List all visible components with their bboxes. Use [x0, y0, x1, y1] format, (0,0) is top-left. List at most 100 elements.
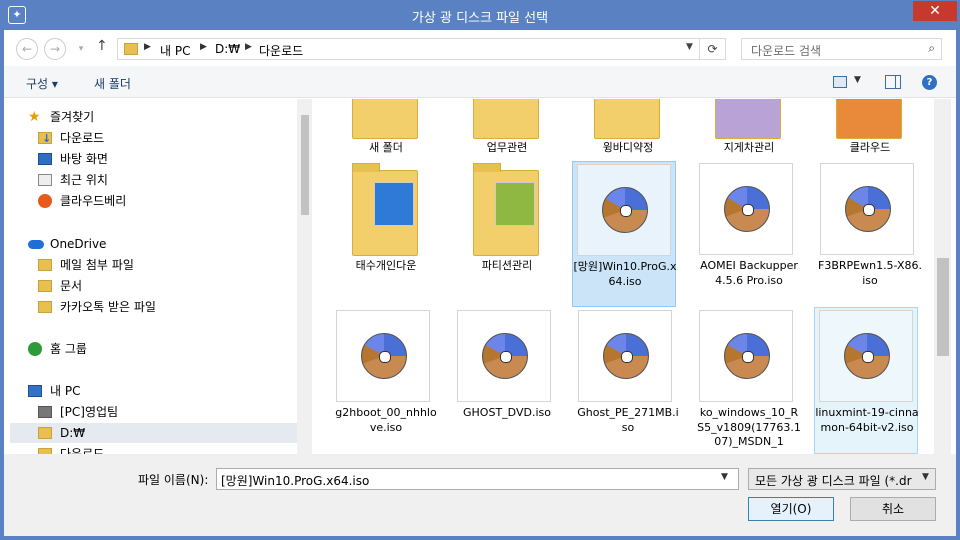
close-button[interactable]: ✕	[913, 1, 957, 21]
folder-icon	[38, 301, 52, 313]
sidebar-item-onedrive[interactable]: OneDrive	[24, 234, 312, 254]
folder-tile[interactable]: 클라우드	[818, 99, 922, 159]
iso-file-tile[interactable]: GHOST_DVD.iso	[455, 310, 559, 454]
sidebar-item-label: 다운로드	[60, 447, 105, 454]
cancel-button[interactable]: 취소	[850, 497, 936, 521]
sidebar-item-this-pc[interactable]: 내 PC	[24, 381, 312, 401]
back-button[interactable]: ←	[16, 38, 38, 60]
network-drive-icon	[38, 406, 52, 418]
iso-file-tile[interactable]: g2hboot_00_nhhlove.iso	[334, 310, 438, 454]
chevron-down-icon[interactable]: ▼	[721, 472, 728, 482]
folder-icon	[836, 99, 902, 139]
chevron-down-icon[interactable]: ▼	[854, 75, 861, 85]
new-folder-button[interactable]: 새 폴더	[94, 75, 131, 92]
sidebar-item-label: 카카오톡 받은 파일	[60, 300, 156, 314]
sidebar-scroll-thumb[interactable]	[301, 115, 309, 215]
file-name: ko_windows_10_RS5_v1809(17763.107)_MSDN_…	[697, 406, 801, 448]
file-type-filter[interactable]: 모든 가상 광 디스크 파일 (*.dr	[748, 468, 936, 490]
forward-button[interactable]: →	[44, 38, 66, 60]
drive-icon	[38, 427, 52, 439]
folder-tile[interactable]: 새 폴더	[334, 99, 438, 159]
folder-tile[interactable]: 지게차관리	[697, 99, 801, 159]
iso-file-tile[interactable]: Ghost_PE_271MB.iso	[576, 310, 680, 454]
title-bar: ✦ 가상 광 디스크 파일 선택 ✕	[0, 0, 960, 30]
sidebar-item-label: 클라우드베리	[60, 194, 127, 208]
iso-file-tile[interactable]: AOMEI Backupper 4.5.6 Pro.iso	[697, 162, 801, 302]
sidebar-item-recent[interactable]: 최근 위치	[24, 170, 312, 190]
sidebar-item-label: [PC]영업팀	[60, 405, 119, 419]
disc-icon	[724, 333, 770, 379]
disc-icon	[603, 333, 649, 379]
folder-tile[interactable]: 업무관련	[455, 99, 559, 159]
sidebar-item-desktop[interactable]: 바탕 화면	[24, 149, 312, 169]
sidebar-item-kakaotalk[interactable]: 카카오톡 받은 파일	[24, 297, 312, 317]
sidebar-item-label: 다운로드	[60, 131, 105, 145]
sidebar-item-label: 홈 그룹	[50, 342, 87, 356]
open-button[interactable]: 열기(O)	[748, 497, 834, 521]
sidebar-item-favorites[interactable]: ★ 즐겨찾기	[24, 107, 312, 127]
navigation-pane: ★ 즐겨찾기 다운로드 바탕 화면 최근 위치 클라우드베리 OneDrive …	[4, 99, 312, 454]
chevron-down-icon[interactable]: ▼	[686, 42, 693, 52]
sidebar-item-documents[interactable]: 문서	[24, 276, 312, 296]
folder-tile[interactable]: 파티션관리	[455, 162, 559, 302]
file-name: 새 폴더	[369, 141, 403, 154]
view-mode-icon[interactable]	[833, 76, 847, 88]
desktop-icon	[38, 153, 52, 165]
star-icon: ★	[28, 109, 41, 125]
computer-icon	[28, 385, 42, 397]
iso-thumbnail	[819, 310, 913, 402]
folder-tile[interactable]: 태수개인다운	[334, 162, 438, 302]
cloudberry-icon	[38, 194, 52, 208]
iso-file-tile[interactable]: F3BRPEwn1.5-X86.iso	[818, 162, 922, 302]
breadcrumb-pc[interactable]: 내 PC	[160, 42, 190, 59]
sidebar-item-label: OneDrive	[50, 237, 107, 251]
file-name: GHOST_DVD.iso	[463, 406, 551, 419]
up-button[interactable]: ↑	[96, 38, 108, 54]
sidebar-item-downloads[interactable]: 다운로드	[24, 128, 312, 149]
search-icon: ⌕	[928, 41, 935, 55]
chevron-right-icon: ▶	[144, 42, 151, 52]
sidebar-item-label: 메일 첨부 파일	[60, 258, 134, 272]
file-name: 지게차관리	[723, 141, 775, 154]
preview-pane-icon[interactable]	[885, 75, 901, 89]
folder-icon	[594, 99, 660, 139]
address-bar[interactable]: ▶ 내 PC ▶ D:₩ ▶ 다운로드 ▼	[117, 38, 700, 60]
folder-icon	[124, 43, 138, 55]
iso-thumbnail	[336, 310, 430, 402]
refresh-button[interactable]: ⟳	[700, 38, 726, 60]
sidebar-item-mail-attachments[interactable]: 메일 첨부 파일	[24, 255, 312, 275]
iso-thumbnail	[699, 310, 793, 402]
search-input[interactable]: 다운로드 검색 ⌕	[741, 38, 942, 60]
folder-tile[interactable]: 윙바디약정	[576, 99, 680, 159]
organize-button[interactable]: 구성 ▾	[26, 75, 58, 92]
homegroup-icon	[28, 342, 42, 356]
disc-icon	[602, 187, 648, 233]
sidebar-item-homegroup[interactable]: 홈 그룹	[24, 339, 312, 359]
disc-icon	[844, 333, 890, 379]
filename-input[interactable]: [망원]Win10.ProG.x64.iso	[216, 468, 739, 490]
iso-file-tile-hovered[interactable]: linuxmint-19-cinnamon-64bit-v2.iso	[814, 307, 919, 454]
iso-file-tile-selected[interactable]: [망원]Win10.ProG.x64.iso	[572, 161, 676, 307]
sidebar-item-label: 최근 위치	[60, 173, 108, 187]
disc-icon	[482, 333, 528, 379]
sidebar-item-label: 문서	[60, 279, 83, 293]
iso-file-tile[interactable]: ko_windows_10_RS5_v1809(17763.107)_MSDN_…	[697, 310, 801, 454]
sidebar-item-cloudberry[interactable]: 클라우드베리	[24, 191, 312, 211]
onedrive-icon	[28, 240, 44, 249]
chevron-down-icon[interactable]: ▼	[922, 472, 929, 482]
file-name: linuxmint-19-cinnamon-64bit-v2.iso	[815, 406, 919, 434]
sidebar-item-drive-d[interactable]: D:₩	[10, 423, 300, 443]
sidebar-item-downloads-sub[interactable]: 다운로드	[24, 444, 312, 454]
filename-label: 파일 이름(N):	[138, 473, 209, 487]
sidebar-item-network-drive[interactable]: [PC]영업팀	[24, 402, 312, 422]
file-list-scroll-thumb[interactable]	[937, 258, 949, 356]
breadcrumb-drive[interactable]: D:₩	[215, 42, 240, 56]
recent-locations-dropdown[interactable]: ▾	[70, 39, 92, 61]
recent-places-icon	[38, 174, 52, 186]
sidebar-item-label: 즐겨찾기	[50, 110, 95, 124]
file-name: 윙바디약정	[602, 141, 654, 154]
chevron-right-icon: ▶	[245, 42, 252, 52]
file-name: 태수개인다운	[355, 259, 417, 272]
help-icon[interactable]: ?	[922, 75, 937, 90]
breadcrumb-downloads[interactable]: 다운로드	[259, 42, 303, 59]
